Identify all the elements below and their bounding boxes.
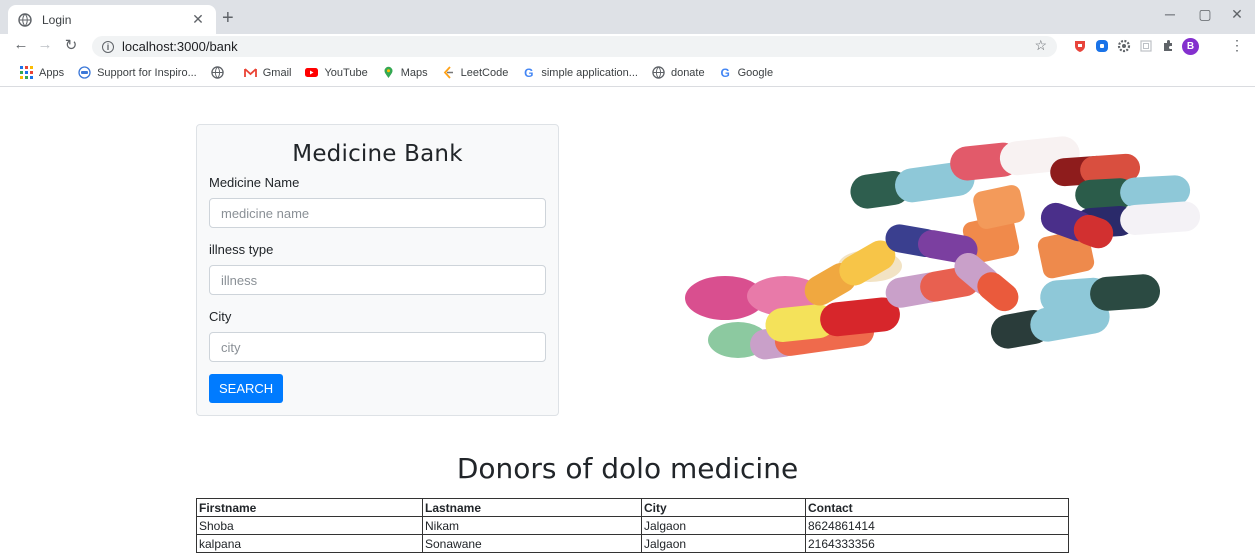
leetcode-icon (443, 66, 453, 79)
extensions-puzzle-icon[interactable] (1161, 39, 1175, 53)
table-row: Shoba Nikam Jalgaon 8624861414 (196, 516, 1069, 535)
bookmark-maps[interactable]: Maps (382, 66, 428, 79)
extension-shield-icon[interactable] (1073, 39, 1087, 53)
extension-box-icon[interactable] (1139, 39, 1153, 53)
new-tab-icon[interactable]: + (222, 8, 234, 28)
tab-strip: Login ✕ + ─ ▢ ✕ (0, 0, 1255, 34)
globe-icon (652, 66, 665, 79)
globe-icon (211, 66, 224, 79)
bookmark-label: Gmail (262, 66, 292, 79)
apps-grid-icon (20, 66, 33, 79)
address-bar[interactable]: i localhost:3000/bank ☆ (92, 36, 1057, 57)
globe-icon (18, 12, 32, 27)
table-cell: Jalgaon (641, 534, 806, 553)
column-header: City (641, 498, 806, 517)
table-cell: kalpana (196, 534, 423, 553)
column-header: Firstname (196, 498, 423, 517)
bookmark-leetcode[interactable]: LeetCode (442, 66, 509, 79)
site-info-icon[interactable]: i (102, 40, 114, 53)
page-title: Medicine Bank (292, 141, 463, 167)
illness-type-label: illness type (209, 242, 274, 257)
bookmark-label: Support for Inspiro... (97, 66, 197, 79)
bookmark-label: Maps (400, 66, 428, 79)
table-cell: Nikam (422, 516, 642, 535)
bookmark-label: donate (670, 66, 705, 79)
donors-table: Firstname Lastname City Contact Shoba Ni… (196, 498, 1069, 553)
extension-gear-icon[interactable] (1117, 39, 1131, 53)
illness-input[interactable] (209, 265, 546, 295)
bookmark-apps[interactable]: Apps (20, 66, 64, 79)
city-input[interactable] (209, 332, 546, 362)
google-icon: G (524, 65, 534, 80)
medicine-name-label: Medicine Name (209, 175, 300, 190)
profile-avatar[interactable]: B (1182, 38, 1199, 55)
column-header: Lastname (422, 498, 642, 517)
table-cell: 8624861414 (805, 516, 1069, 535)
table-cell: Jalgaon (641, 516, 806, 535)
restore-icon[interactable]: ▢ (1190, 6, 1220, 23)
bookmark-inspiro[interactable]: Support for Inspiro... (78, 66, 197, 79)
window-close-icon[interactable]: ✕ (1222, 6, 1252, 23)
bookmark-label: Google (737, 66, 774, 79)
reload-icon[interactable]: ↻ (60, 36, 82, 54)
tab-title: Login (42, 12, 72, 27)
bookmark-simple-application[interactable]: G simple application... (522, 65, 638, 80)
pills-image (685, 136, 1201, 360)
bookmark-star-icon[interactable]: ☆ (1034, 37, 1047, 54)
tab-close-icon[interactable]: ✕ (190, 11, 206, 28)
search-button[interactable]: SEARCH (209, 374, 284, 403)
table-cell: 2164333356 (805, 534, 1069, 553)
browser-tab[interactable]: Login ✕ (8, 5, 216, 34)
inspiro-icon (78, 66, 91, 79)
forward-icon[interactable]: → (34, 36, 56, 53)
medicine-name-input[interactable] (209, 198, 546, 228)
medicine-search-card: Medicine Bank Medicine Name illness type… (196, 124, 559, 416)
maps-icon (384, 66, 393, 78)
youtube-icon (305, 68, 319, 77)
column-header: Contact (805, 498, 1069, 517)
bookmark-label: YouTube (324, 66, 368, 79)
bookmark-label: Apps (39, 66, 65, 79)
bookmarks-bar: Apps Support for Inspiro... Gmail YouTub… (0, 59, 1255, 87)
menu-kebab-icon[interactable]: ⋮ (1226, 37, 1248, 54)
google-icon: G (720, 65, 730, 80)
bookmark-google[interactable]: G Google (719, 65, 774, 80)
bookmark-label: LeetCode (460, 66, 509, 79)
table-row: kalpana Sonawane Jalgaon 2164333356 (196, 534, 1069, 553)
donors-title: Donors of dolo medicine (456, 452, 799, 485)
minimize-icon[interactable]: ─ (1155, 6, 1185, 22)
table-cell: Sonawane (422, 534, 642, 553)
extension-blue-icon[interactable] (1095, 39, 1109, 53)
table-header-row: Firstname Lastname City Contact (196, 498, 1069, 517)
url-text: localhost:3000/bank (122, 39, 238, 54)
gmail-icon (243, 68, 257, 77)
bookmark-label: simple application... (541, 66, 638, 79)
browser-toolbar: ← → ↻ i localhost:3000/bank ☆ B ⋮ (0, 34, 1255, 59)
bookmark-youtube[interactable]: YouTube (305, 66, 368, 79)
bookmark-globe[interactable] (211, 66, 230, 79)
back-icon[interactable]: ← (10, 36, 32, 53)
bookmark-donate[interactable]: donate (652, 66, 705, 79)
bookmark-gmail[interactable]: Gmail (243, 66, 292, 79)
city-label: City (209, 309, 232, 324)
table-cell: Shoba (196, 516, 423, 535)
